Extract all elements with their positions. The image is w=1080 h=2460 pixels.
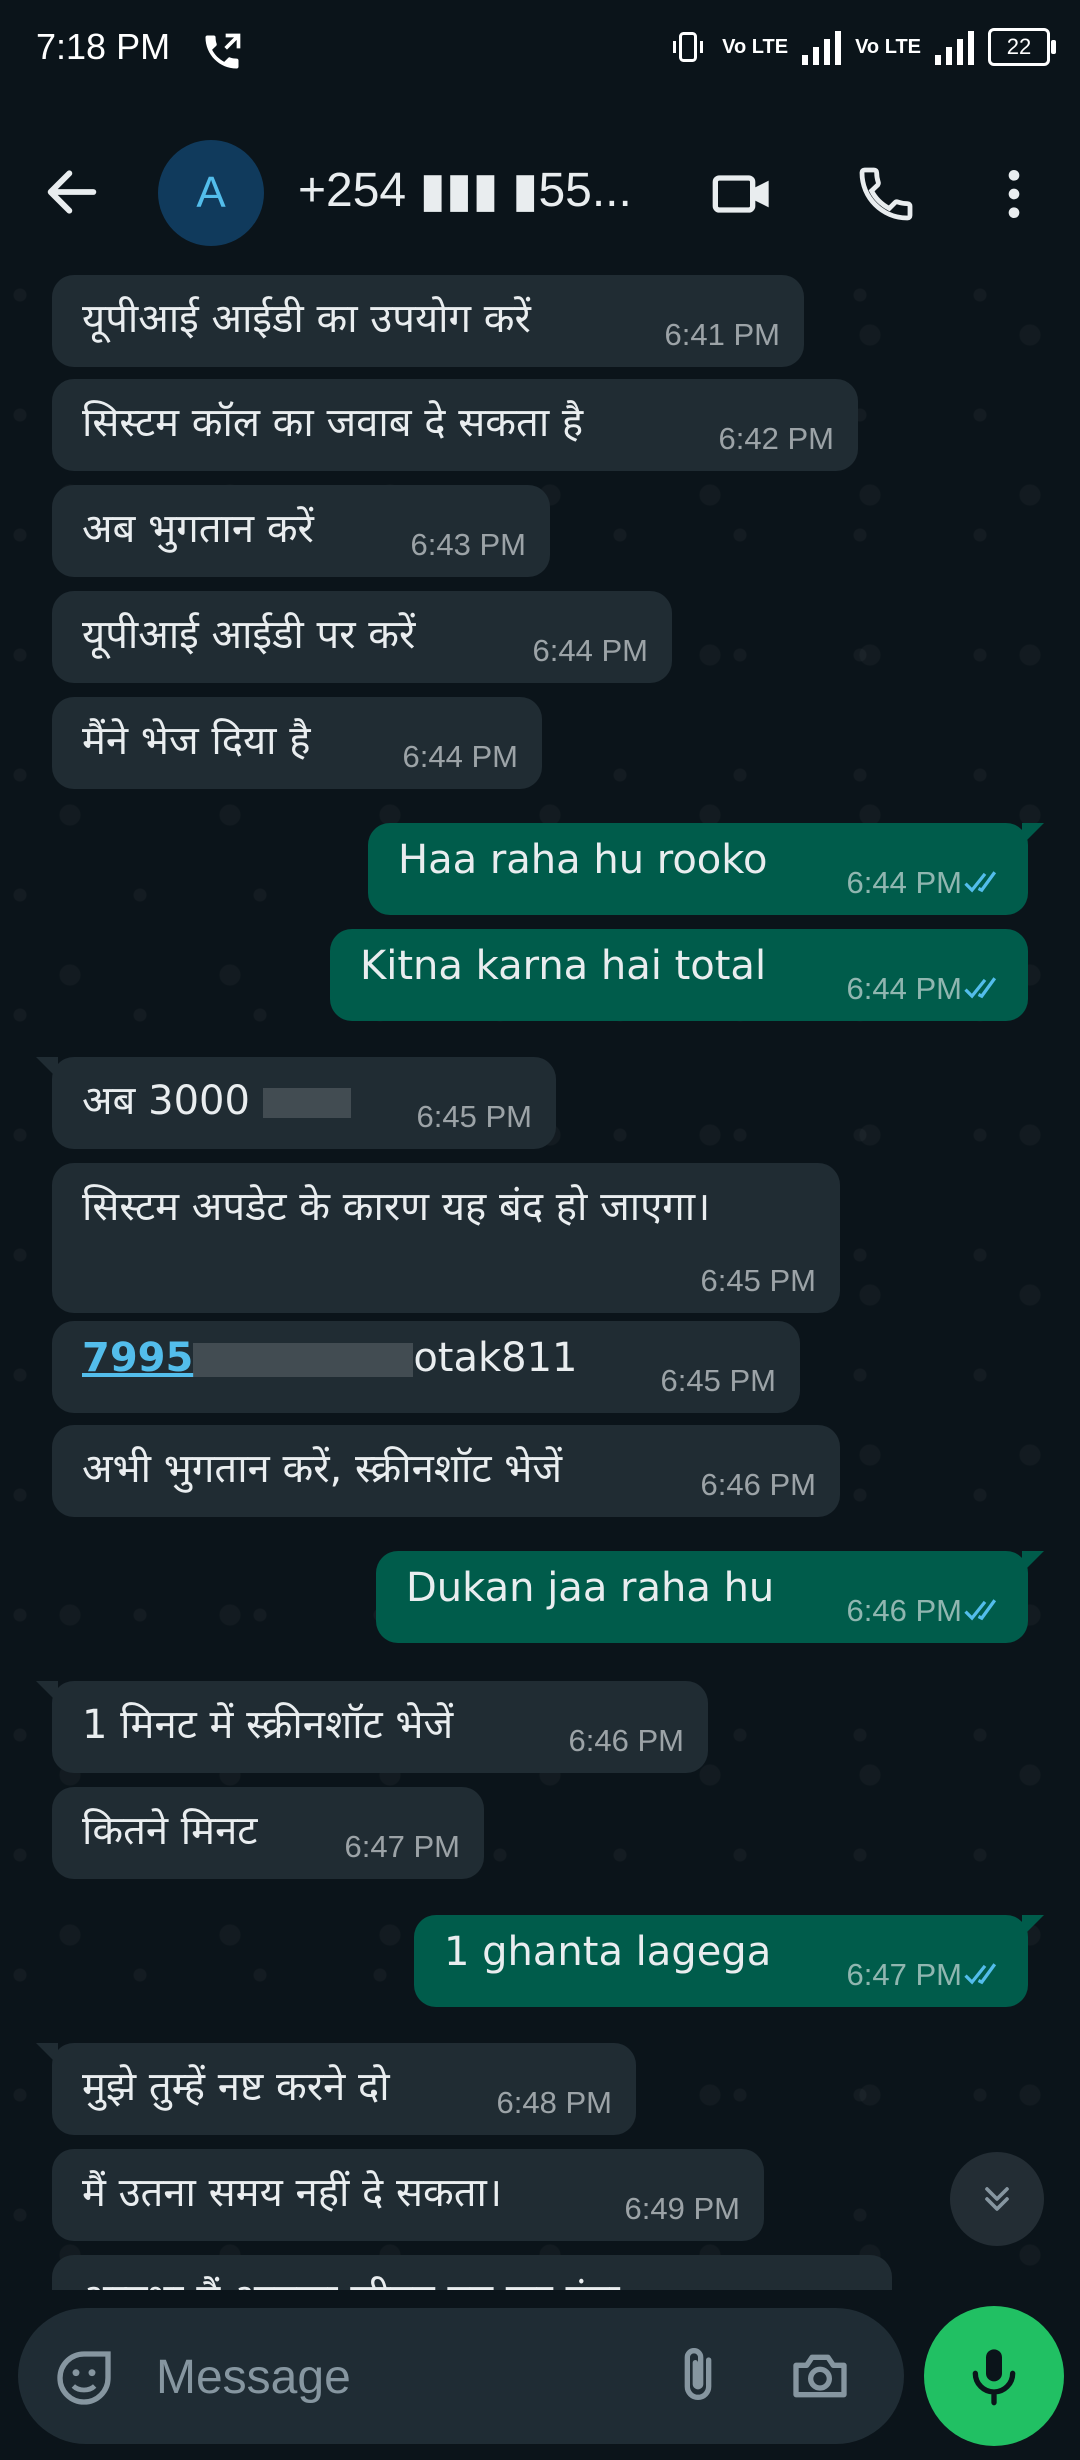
double-chevron-down-icon xyxy=(985,2187,1009,2211)
bubble-tail xyxy=(36,2043,58,2065)
message-text: यूपीआई आईडी पर करें xyxy=(82,612,416,658)
back-arrow-icon[interactable] xyxy=(40,160,104,224)
incoming-message[interactable]: 1 मिनट में स्क्रीनशॉट भेजें 6:46 PM xyxy=(36,1681,708,1773)
incoming-message[interactable]: यूपीआई आईडी पर करें 6:44 PM xyxy=(52,591,672,683)
incoming-message[interactable]: सिस्टम कॉल का जवाब दे सकता है 6:42 PM xyxy=(52,379,858,471)
scroll-to-bottom-button[interactable] xyxy=(950,2152,1044,2246)
message-time: 6:42 PM xyxy=(718,421,834,456)
paperclip-icon[interactable] xyxy=(666,2344,730,2408)
message-time: 6:46 PM xyxy=(568,1723,684,1758)
incoming-message[interactable]: 7995 otak811 6:45 PM xyxy=(52,1321,800,1413)
incoming-message[interactable]: कितने मिनट 6:47 PM xyxy=(52,1787,484,1879)
message-text: मुझे तुम्हें नष्ट करने दो xyxy=(82,2064,390,2110)
incoming-message[interactable]: अभी भुगतान करें, स्क्रीनशॉट भेजें 6:46 P… xyxy=(52,1425,840,1517)
message-text: अब भुगतान करें xyxy=(82,506,314,552)
message-time: 6:47 PM xyxy=(846,1957,962,1992)
bubble-tail xyxy=(1022,1915,1044,1937)
message-time: 6:41 PM xyxy=(664,317,780,352)
message-text: सिस्टम कॉल का जवाब दे सकता है xyxy=(82,400,584,446)
message-time: 6:43 PM xyxy=(410,527,526,562)
upi-link[interactable]: 7995 xyxy=(82,1335,193,1381)
outgoing-message[interactable]: Haa raha hu rooko 6:44 PM xyxy=(368,823,1044,915)
status-icons: Vo LTE Vo LTE 22 xyxy=(668,28,1056,66)
message-time: 6:47 PM xyxy=(344,1829,460,1864)
message-text: Kitna karna hai total xyxy=(360,943,767,989)
voice-record-button[interactable] xyxy=(924,2306,1064,2446)
camera-icon[interactable] xyxy=(788,2344,852,2408)
avatar[interactable]: A xyxy=(158,140,264,246)
message-time: 6:45 PM xyxy=(700,1263,816,1298)
video-call-icon[interactable] xyxy=(710,162,774,226)
signal-icon-2 xyxy=(935,29,974,65)
incoming-message[interactable]: सिस्टम अपडेट के कारण यह बंद हो जाएगा। 6:… xyxy=(52,1163,840,1313)
message-time: 6:44 PM xyxy=(846,865,962,900)
emoji-sticker-icon[interactable] xyxy=(52,2346,116,2410)
incoming-message[interactable]: यूपीआई आईडी का उपयोग करें 6:41 PM xyxy=(52,275,804,367)
message-text: अब 3000 xyxy=(82,1071,351,1126)
more-options-icon[interactable] xyxy=(982,162,1046,226)
battery-icon: 22 xyxy=(988,28,1056,66)
call-forward-icon xyxy=(205,33,241,69)
incoming-message[interactable]: अन्यथा मैं आपका जीवन नष्ट कर दूंगा xyxy=(52,2255,892,2290)
incoming-message[interactable]: मैंने भेज दिया है 6:44 PM xyxy=(52,697,542,789)
contact-name[interactable]: +254 ▮▮▮ ▮55... xyxy=(298,162,632,218)
message-time: 6:44 PM xyxy=(532,633,648,668)
message-time: 6:46 PM xyxy=(846,1593,962,1628)
chat-area[interactable]: यूपीआई आईडी का उपयोग करें 6:41 PM सिस्टम… xyxy=(0,275,1080,2290)
message-time: 6:48 PM xyxy=(496,2085,612,2120)
redacted-block xyxy=(262,1088,351,1118)
message-composer: Message xyxy=(18,2308,904,2444)
message-text: 1 ghanta lagega xyxy=(444,1929,772,1975)
message-text: 1 मिनट में स्क्रीनशॉट भेजें xyxy=(82,1702,454,1748)
message-text: यूपीआई आईडी का उपयोग करें xyxy=(82,296,531,342)
message-time: 6:45 PM xyxy=(660,1363,776,1398)
read-ticks-icon xyxy=(964,871,997,893)
message-text: अन्यथा मैं आपका जीवन नष्ट कर दूंगा xyxy=(82,2269,620,2290)
message-time: 6:44 PM xyxy=(402,739,518,774)
message-text: मैंने भेज दिया है xyxy=(82,718,311,764)
redacted-block xyxy=(193,1343,414,1377)
status-time: 7:18 PM xyxy=(36,26,171,67)
message-text: 7995 otak811 xyxy=(82,1335,578,1381)
read-ticks-icon xyxy=(964,977,997,999)
message-time: 6:45 PM xyxy=(416,1099,532,1134)
incoming-message[interactable]: अब 3000 6:45 PM xyxy=(36,1057,556,1149)
incoming-message[interactable]: मैं उतना समय नहीं दे सकता। 6:49 PM xyxy=(52,2149,764,2241)
message-text-part: otak811 xyxy=(413,1335,578,1381)
message-text: मैं उतना समय नहीं दे सकता। xyxy=(82,2170,503,2216)
chat-header: A +254 ▮▮▮ ▮55... xyxy=(0,110,1080,275)
incoming-message[interactable]: मुझे तुम्हें नष्ट करने दो 6:48 PM xyxy=(36,2043,636,2135)
incoming-message[interactable]: अब भुगतान करें 6:43 PM xyxy=(52,485,550,577)
read-ticks-icon xyxy=(964,1963,997,1985)
message-time: 6:49 PM xyxy=(624,2191,740,2226)
message-text: Dukan jaa raha hu xyxy=(406,1565,775,1611)
bubble-tail xyxy=(36,1681,58,1703)
outgoing-message[interactable]: Kitna karna hai total 6:44 PM xyxy=(330,929,1028,1021)
message-text-part: अब 3000 xyxy=(82,1078,250,1124)
volte-label: Vo LTE xyxy=(722,36,789,58)
bubble-tail xyxy=(1022,1551,1044,1573)
message-text: Haa raha hu rooko xyxy=(398,837,768,883)
signal-icon xyxy=(802,29,842,65)
message-input[interactable]: Message xyxy=(156,2350,351,2405)
bubble-tail xyxy=(36,1057,58,1079)
read-ticks-icon xyxy=(964,1599,997,1621)
message-text: सिस्टम अपडेट के कारण यह बंद हो जाएगा। xyxy=(82,1184,711,1230)
message-time: 6:46 PM xyxy=(700,1467,816,1502)
status-bar: 7:18 PM Vo LTE Vo LTE 22 xyxy=(0,0,1080,110)
vibrate-icon xyxy=(673,32,704,62)
microphone-icon xyxy=(972,2349,1016,2406)
outgoing-message[interactable]: 1 ghanta lagega 6:47 PM xyxy=(414,1915,1044,2007)
outgoing-message[interactable]: Dukan jaa raha hu 6:46 PM xyxy=(376,1551,1044,1643)
message-text: अभी भुगतान करें, स्क्रीनशॉट भेजें xyxy=(82,1446,563,1492)
message-time: 6:44 PM xyxy=(846,971,962,1006)
message-text: कितने मिनट xyxy=(82,1808,258,1854)
volte-label-2: Vo LTE xyxy=(855,36,921,58)
phone-call-icon[interactable] xyxy=(854,162,918,226)
bubble-tail xyxy=(1022,823,1044,845)
